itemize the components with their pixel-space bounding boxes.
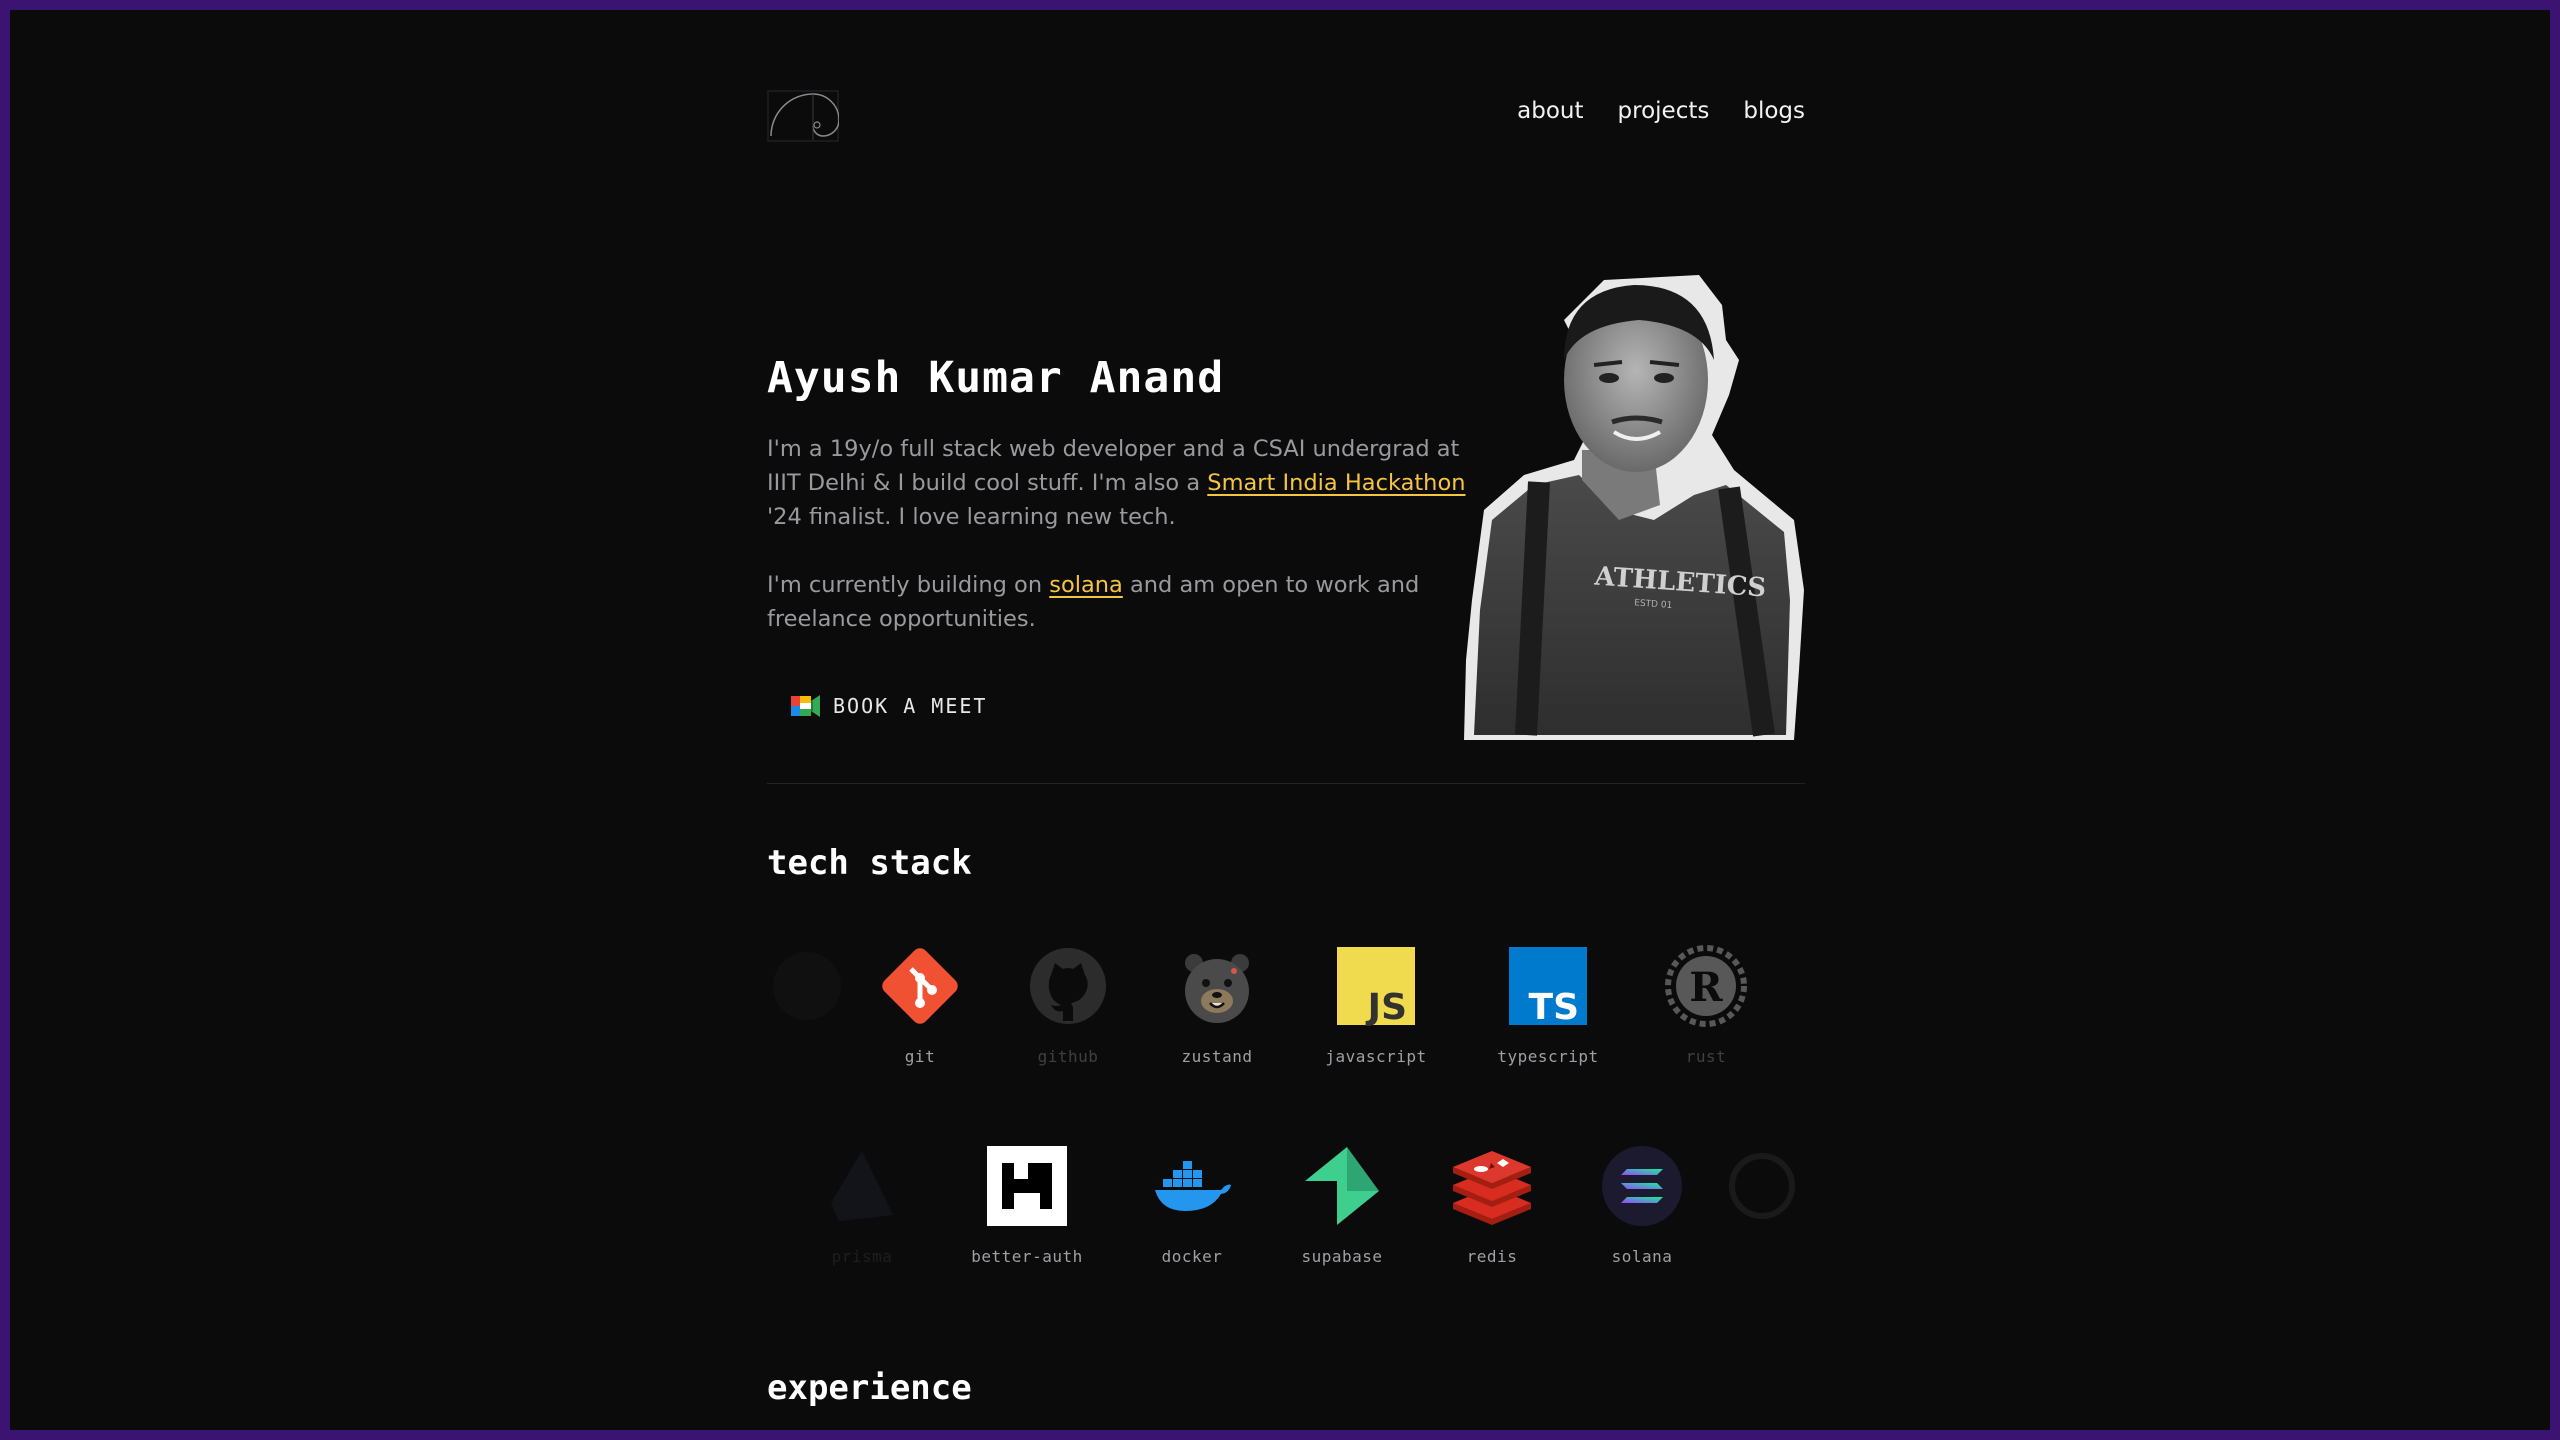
docker-icon bbox=[1155, 1161, 1231, 1211]
bio-text: '24 finalist. I love learning new tech. bbox=[767, 504, 1176, 530]
rust-icon: R bbox=[1665, 945, 1747, 1027]
tech-item-github[interactable]: github bbox=[1008, 945, 1128, 1066]
hero-bio: I'm a 19y/o full stack web developer and… bbox=[767, 432, 1467, 670]
book-meet-button[interactable]: BOOK A MEET bbox=[791, 693, 987, 719]
tech-item-docker[interactable]: docker bbox=[1132, 1145, 1252, 1266]
tech-item-better-auth[interactable]: better-auth bbox=[967, 1145, 1087, 1266]
tech-item-javascript[interactable]: JS javascript bbox=[1316, 945, 1436, 1066]
bio-text: I'm currently building on bbox=[767, 572, 1050, 598]
profile-photo: ATHLETICS ESTD 01 bbox=[1464, 275, 1804, 740]
google-meet-icon bbox=[791, 695, 820, 717]
javascript-icon: JS bbox=[1337, 947, 1415, 1027]
tech-label: docker bbox=[1161, 1247, 1223, 1266]
svg-text:JS: JS bbox=[1365, 987, 1407, 1027]
tech-item-supabase[interactable]: supabase bbox=[1282, 1145, 1402, 1266]
main-container: about projects blogs Ayush Kumar Anand I… bbox=[767, 10, 1805, 1430]
tech-label: better-auth bbox=[971, 1247, 1083, 1266]
tech-label: github bbox=[1037, 1047, 1099, 1066]
hero-name: Ayush Kumar Anand bbox=[767, 353, 1225, 403]
sih-link[interactable]: Smart India Hackathon bbox=[1207, 470, 1465, 496]
tech-item-prisma[interactable]: prisma bbox=[802, 1145, 922, 1266]
experience-title: experience bbox=[767, 1368, 972, 1408]
tech-item-redis[interactable]: redis bbox=[1432, 1145, 1552, 1266]
bio-paragraph-2: I'm currently building on solana and am … bbox=[767, 568, 1467, 636]
zustand-bear-icon bbox=[1185, 954, 1249, 1023]
tech-label: rust bbox=[1685, 1047, 1727, 1066]
tech-stack-title: tech stack bbox=[767, 843, 972, 883]
page-frame: about projects blogs Ayush Kumar Anand I… bbox=[10, 10, 2550, 1430]
nav-blogs[interactable]: blogs bbox=[1743, 98, 1805, 124]
solana-icon bbox=[1602, 1146, 1682, 1226]
tech-label: zustand bbox=[1181, 1047, 1253, 1066]
tech-item-solana[interactable]: solana bbox=[1582, 1145, 1702, 1266]
nav-about[interactable]: about bbox=[1517, 98, 1583, 124]
prisma-icon bbox=[831, 1151, 893, 1221]
logo-icon[interactable] bbox=[767, 90, 839, 142]
book-meet-label: BOOK A MEET bbox=[833, 694, 988, 718]
blank-icon bbox=[1729, 1153, 1795, 1219]
tech-item-git[interactable]: git bbox=[860, 945, 980, 1066]
bio-paragraph-1: I'm a 19y/o full stack web developer and… bbox=[767, 432, 1467, 534]
redis-icon bbox=[1453, 1151, 1531, 1225]
tech-label: solana bbox=[1611, 1247, 1673, 1266]
section-divider bbox=[767, 783, 1805, 784]
tech-label: redis bbox=[1466, 1247, 1518, 1266]
solana-link[interactable]: solana bbox=[1049, 572, 1123, 598]
nav-projects[interactable]: projects bbox=[1618, 98, 1710, 124]
tech-label: prisma bbox=[831, 1247, 893, 1266]
tech-item-typescript[interactable]: TS typescript bbox=[1488, 945, 1608, 1066]
git-icon bbox=[882, 948, 958, 1024]
tech-item-rust[interactable]: R rust bbox=[1646, 945, 1766, 1066]
github-icon bbox=[1030, 948, 1106, 1024]
typescript-icon: TS bbox=[1509, 947, 1587, 1027]
tech-label: git bbox=[904, 1047, 936, 1066]
better-auth-icon bbox=[987, 1146, 1067, 1226]
tech-label: typescript bbox=[1497, 1047, 1599, 1066]
tech-item-faded-left bbox=[747, 945, 867, 1027]
blank-icon bbox=[773, 952, 841, 1020]
tech-label: supabase bbox=[1301, 1247, 1383, 1266]
tech-item-zustand[interactable]: zustand bbox=[1157, 945, 1277, 1066]
tech-item-faded-right bbox=[1702, 1145, 1822, 1227]
tech-label: javascript bbox=[1325, 1047, 1427, 1066]
svg-text:TS: TS bbox=[1529, 987, 1579, 1027]
svg-text:R: R bbox=[1689, 964, 1723, 1011]
top-nav: about projects blogs bbox=[1517, 98, 1805, 124]
supabase-icon bbox=[1305, 1147, 1379, 1225]
